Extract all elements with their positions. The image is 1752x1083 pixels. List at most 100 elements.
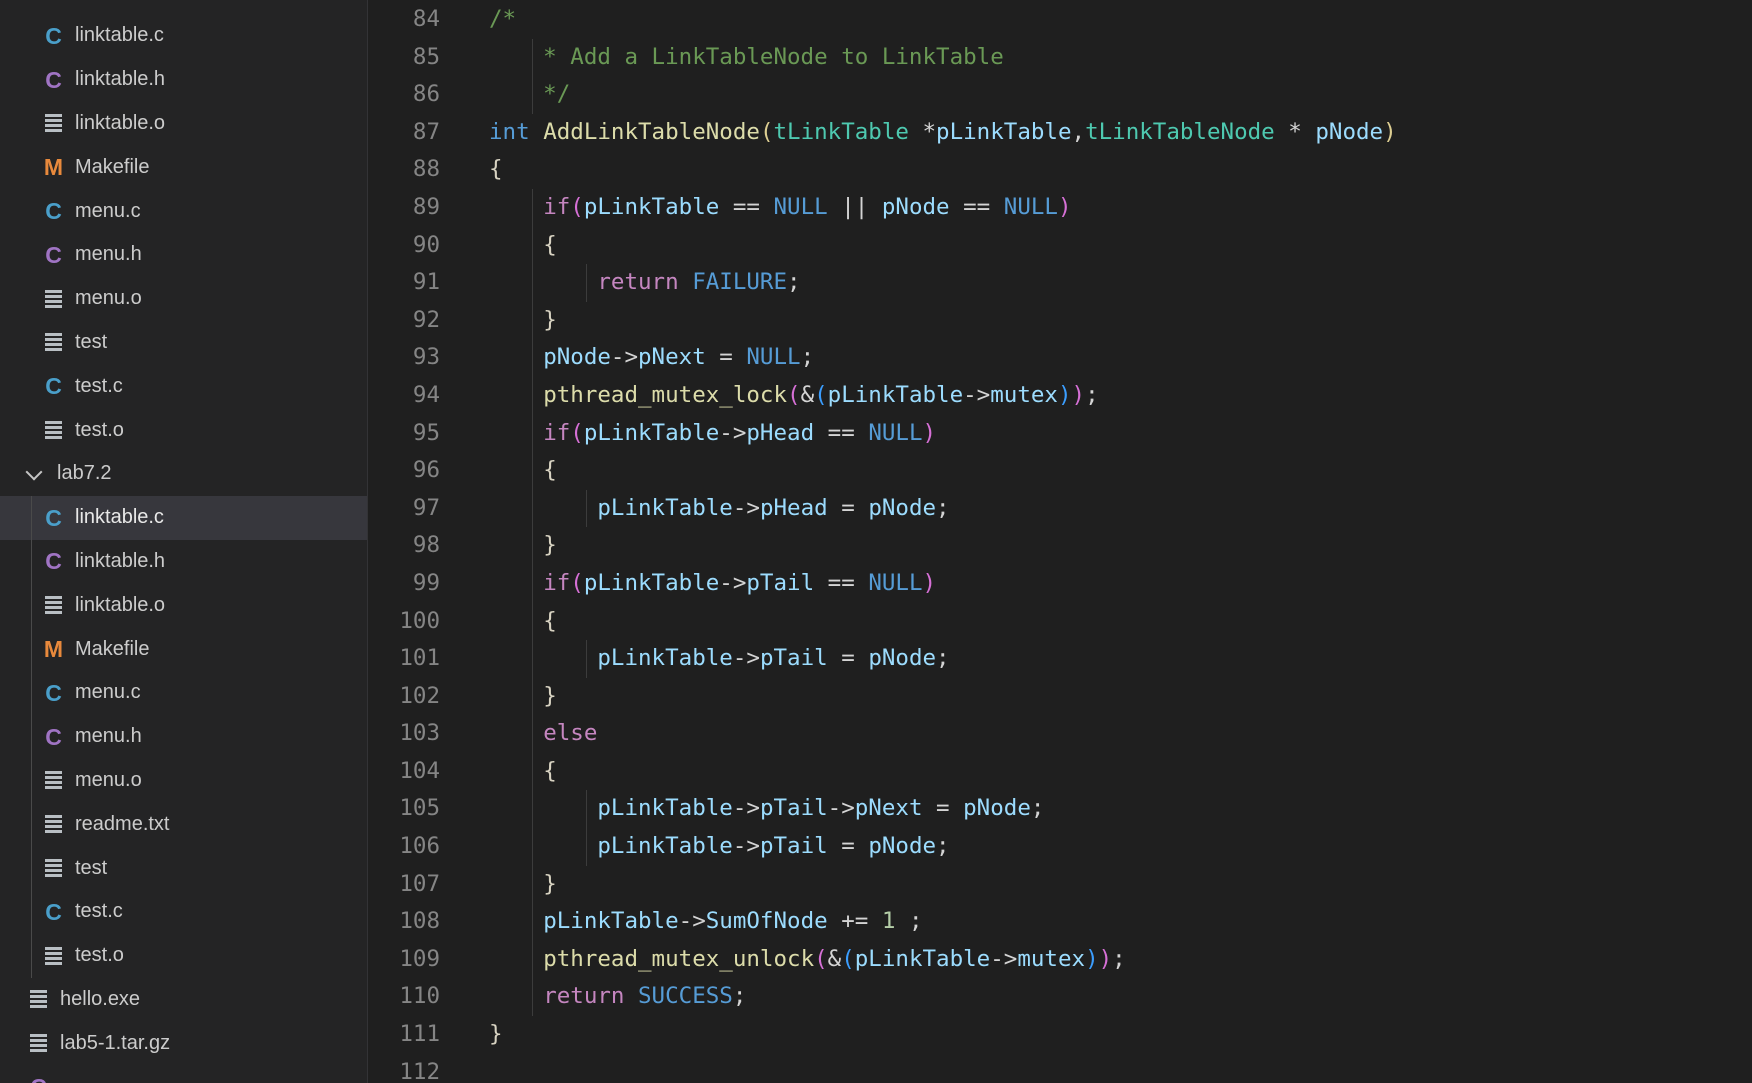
code-line[interactable]: 112: [368, 1054, 1752, 1083]
folder-item-lab7.2[interactable]: lab7.2: [0, 452, 367, 496]
token-variable: pLinkTable: [827, 381, 964, 408]
line-number[interactable]: 93: [368, 339, 440, 377]
file-item-Makefile[interactable]: M Makefile: [0, 145, 367, 189]
file-item-menu.c[interactable]: Cmenu.c: [0, 671, 367, 715]
code-editor[interactable]: 84 /* 85 * Add a LinkTableNode to LinkTabl…: [368, 0, 1752, 1083]
file-item-menu.o[interactable]: menu.o: [0, 759, 367, 803]
file-item-partial[interactable]: C: [0, 1065, 367, 1083]
file-item-test.o[interactable]: test.o: [0, 934, 367, 978]
token-function: pthread_mutex_unlock: [543, 945, 815, 972]
file-item-menu.o[interactable]: menu.o: [0, 277, 367, 321]
line-number[interactable]: 92: [368, 302, 440, 340]
code-line[interactable]: 92 }: [368, 301, 1752, 340]
line-number[interactable]: 109: [368, 941, 440, 979]
code-line[interactable]: 95 if(pLinkTable->pHead == NULL): [368, 414, 1752, 453]
code-line[interactable]: 101 pLinkTable->pTail = pNode;: [368, 640, 1752, 678]
line-number[interactable]: 90: [368, 227, 440, 265]
line-number[interactable]: 89: [368, 189, 440, 227]
file-item-linktable.o[interactable]: linktable.o: [0, 102, 367, 146]
line-number[interactable]: 112: [368, 1054, 440, 1083]
token-variable: pLinkTable: [597, 645, 733, 672]
code-line[interactable]: 97 pLinkTable->pHead = pNode;: [368, 489, 1752, 528]
line-number[interactable]: 107: [368, 866, 440, 904]
token-brace_cream: {: [543, 607, 557, 634]
code-line[interactable]: 99 if(pLinkTable->pTail == NULL): [368, 564, 1752, 603]
line-number[interactable]: 101: [368, 640, 440, 678]
code-line[interactable]: 93 pNode->pNext = NULL;: [368, 339, 1752, 377]
code-line[interactable]: 98 }: [368, 527, 1752, 565]
line-number[interactable]: 86: [368, 76, 440, 114]
line-number[interactable]: 99: [368, 565, 440, 603]
file-item-hello.exe[interactable]: hello.exe: [0, 978, 367, 1022]
code-line[interactable]: 91 return FAILURE;: [368, 264, 1752, 302]
token-paren_blue: ): [1085, 945, 1099, 972]
code-line[interactable]: 87 int AddLinkTableNode(tLinkTable *pLink…: [368, 114, 1752, 152]
line-number[interactable]: 94: [368, 377, 440, 415]
code-line[interactable]: 111}: [368, 1016, 1752, 1054]
file-item-readme.txt[interactable]: readme.txt: [0, 802, 367, 846]
code-line[interactable]: 103 else: [368, 715, 1752, 753]
code-line[interactable]: 94 pthread_mutex_lock(&(pLinkTable->mute…: [368, 376, 1752, 415]
line-number[interactable]: 97: [368, 490, 440, 528]
file-label: linktable.o: [75, 593, 166, 616]
token-operator: [489, 420, 543, 446]
file-item-menu.c[interactable]: Cmenu.c: [0, 189, 367, 233]
file-item-linktable.c[interactable]: Clinktable.c: [0, 14, 367, 58]
line-number[interactable]: 87: [368, 114, 440, 152]
line-number[interactable]: 102: [368, 678, 440, 716]
file-item-linktable.c[interactable]: Clinktable.c: [0, 495, 367, 540]
token-number: 1: [881, 908, 896, 935]
c-source-file-icon: C: [45, 898, 62, 925]
line-number[interactable]: 106: [368, 828, 440, 866]
line-number[interactable]: 105: [368, 790, 440, 828]
line-number[interactable]: 111: [368, 1016, 440, 1054]
code-line[interactable]: 100 {: [368, 602, 1752, 641]
token-operator: [489, 983, 543, 1009]
code-line[interactable]: 104 {: [368, 752, 1752, 791]
code-line[interactable]: 86 */: [368, 76, 1752, 114]
code-line[interactable]: 96 {: [368, 452, 1752, 490]
code-text: else: [489, 715, 597, 753]
file-item-test.o[interactable]: test.o: [0, 408, 367, 452]
code-line[interactable]: 102 }: [368, 677, 1752, 716]
file-item-menu.h[interactable]: Cmenu.h: [0, 715, 367, 759]
code-line[interactable]: 110 return SUCCESS;: [368, 978, 1752, 1017]
file-item-linktable.o[interactable]: linktable.o: [0, 583, 367, 627]
code-line[interactable]: 107 }: [368, 865, 1752, 904]
file-item-test[interactable]: test: [0, 846, 367, 890]
line-number[interactable]: 91: [368, 264, 440, 302]
code-line[interactable]: 89 if(pLinkTable == NULL || pNode == NUL…: [368, 188, 1752, 227]
line-number[interactable]: 108: [368, 903, 440, 941]
token-brace_cream: }: [543, 532, 557, 559]
file-item-test[interactable]: test: [0, 321, 367, 365]
code-line[interactable]: 109 pthread_mutex_unlock(&(pLinkTable->m…: [368, 940, 1752, 979]
code-line[interactable]: 105 pLinkTable->pTail->pNext = pNode;: [368, 790, 1752, 829]
code-line[interactable]: 84 /*: [368, 1, 1752, 39]
file-item-test.c[interactable]: Ctest.c: [0, 364, 367, 408]
file-item-lab5-1.tar.gz[interactable]: lab5-1.tar.gz: [0, 1021, 367, 1065]
code-line[interactable]: 90 {: [368, 226, 1752, 265]
line-number[interactable]: 103: [368, 715, 440, 753]
line-number[interactable]: 98: [368, 527, 440, 565]
code-line[interactable]: 108 pLinkTable->SumOfNode += 1 ;: [368, 903, 1752, 941]
line-number[interactable]: 88: [368, 151, 440, 189]
document-icon: [45, 771, 62, 790]
code-line[interactable]: 85 * Add a LinkTableNode to LinkTable: [368, 38, 1752, 77]
file-item-linktable.h[interactable]: Clinktable.h: [0, 540, 367, 584]
file-item-menu.h[interactable]: Cmenu.h: [0, 233, 367, 277]
line-number[interactable]: 100: [368, 603, 440, 641]
line-number[interactable]: 95: [368, 415, 440, 453]
file-item-test.c[interactable]: Ctest.c: [0, 890, 367, 934]
c-source-file-icon: C: [45, 373, 62, 400]
line-number[interactable]: 96: [368, 452, 440, 490]
token-operator: [489, 307, 543, 333]
file-item-linktable.h[interactable]: Clinktable.h: [0, 58, 367, 102]
code-line[interactable]: 88 {: [368, 151, 1752, 189]
file-label: test: [75, 856, 108, 879]
line-number[interactable]: 110: [368, 978, 440, 1016]
line-number[interactable]: 85: [368, 39, 440, 77]
line-number[interactable]: 84: [368, 1, 440, 39]
line-number[interactable]: 104: [368, 753, 440, 791]
file-item-Makefile[interactable]: M Makefile: [0, 627, 367, 671]
code-line[interactable]: 106 pLinkTable->pTail = pNode;: [368, 828, 1752, 866]
